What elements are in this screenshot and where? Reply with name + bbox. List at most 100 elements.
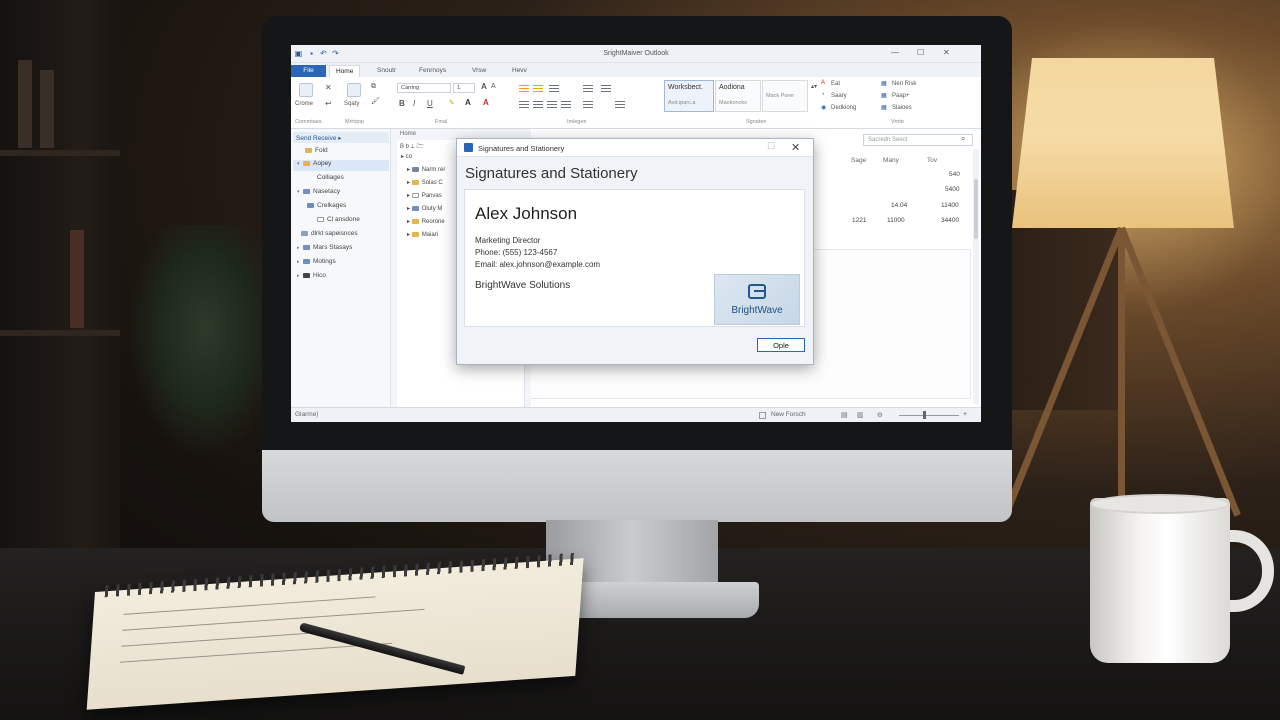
gallery-scroll-icon[interactable]: ▴▾ xyxy=(811,83,817,90)
numbering-icon[interactable] xyxy=(533,85,543,93)
signature-name: Alex Johnson xyxy=(475,204,578,223)
zoom-in-icon[interactable]: + xyxy=(963,411,967,418)
ribbon-right1-item-2[interactable]: Saary xyxy=(831,93,847,99)
highlight-icon[interactable]: ✎ xyxy=(449,99,455,107)
folder-row[interactable]: ▸ Maiari xyxy=(407,231,438,243)
paste-icon[interactable] xyxy=(347,83,361,97)
folder-row[interactable]: ▸ Oluty M xyxy=(407,205,442,217)
outdent-icon[interactable] xyxy=(583,101,593,109)
tab-home[interactable]: Home xyxy=(329,65,361,77)
shading-icon[interactable] xyxy=(615,101,625,109)
edit-icon[interactable]: A xyxy=(821,80,825,86)
delete-icon[interactable]: ✕ xyxy=(325,83,332,92)
group-label: Commtaes xyxy=(295,119,322,125)
signature-company: BrightWave Solutions xyxy=(475,280,571,291)
zoom-out-icon[interactable]: ⊖ xyxy=(877,411,883,419)
nav-item[interactable]: ▾ Nasetacy xyxy=(297,188,340,199)
style-gallery-item-1[interactable]: Worksbect. Avd.iparc.a xyxy=(664,80,714,112)
dialog-close-button[interactable]: ✕ xyxy=(791,141,800,154)
zoom-knob[interactable] xyxy=(923,411,926,419)
copy-icon[interactable]: ⧉ xyxy=(371,83,376,91)
format-painter-icon[interactable]: 🖌 xyxy=(371,97,380,105)
summary-icon[interactable]: ◔ xyxy=(821,92,825,98)
dialog-title: Signatures and Stationery xyxy=(478,144,565,153)
nav-item[interactable]: ▸ Mars Stasays xyxy=(297,244,352,255)
zoom-slider[interactable] xyxy=(899,415,959,416)
tab-view[interactable]: Vrsw xyxy=(466,65,492,77)
folder-row[interactable]: ▸ Panvas xyxy=(407,192,442,204)
signature-preview[interactable]: Alex Johnson Marketing Director Phone: (… xyxy=(464,189,805,327)
slides-icon[interactable]: ▦ xyxy=(881,104,887,111)
scroll-thumb[interactable] xyxy=(974,179,978,239)
align-center-icon[interactable] xyxy=(533,101,543,109)
font-color-icon[interactable]: A xyxy=(483,98,489,107)
ok-button[interactable]: Ople xyxy=(757,338,805,352)
ribbon-right2-item-1[interactable]: Nen Risk xyxy=(892,81,916,87)
minimize-button[interactable]: — xyxy=(891,48,899,57)
ribbon-right1-item-3[interactable]: Dedkiong xyxy=(831,105,856,111)
nav-item[interactable]: ▸ Hico xyxy=(297,272,326,283)
indent-icon[interactable] xyxy=(583,85,593,93)
nav-item[interactable]: Cl ansdone xyxy=(317,216,360,227)
column-header-sage[interactable]: Sage xyxy=(851,157,866,164)
maximize-button[interactable]: ☐ xyxy=(917,48,924,57)
folder-row[interactable]: ▸ Narm rer xyxy=(407,166,445,178)
dialog-heading: Signatures and Stationery xyxy=(465,165,638,182)
apps-icon[interactable]: ▦ xyxy=(881,92,887,99)
view-label[interactable]: New Forsch xyxy=(771,411,806,418)
scrollbar[interactable] xyxy=(973,149,979,404)
tab-folder[interactable]: Fenrnoys xyxy=(413,65,452,77)
nav-header[interactable]: Send Receive ▸ xyxy=(293,132,389,143)
style-gallery-item-3[interactable]: Mack Porer xyxy=(762,80,808,112)
book xyxy=(18,60,32,148)
nav-item[interactable]: dlrkt sapeisnces xyxy=(301,230,358,241)
ribbon-label-sqaty[interactable]: Sqaty xyxy=(344,101,359,107)
nav-item[interactable]: ▸ Motings xyxy=(297,258,336,269)
style-gallery-item-2[interactable]: Aodiona Maokoncks xyxy=(715,80,761,112)
normal-view-icon[interactable]: ▤ xyxy=(841,411,848,419)
nav-item[interactable]: Crelkages xyxy=(307,202,346,213)
tab-file[interactable]: File xyxy=(291,65,326,77)
tab-help[interactable]: Hevv xyxy=(506,65,533,77)
align-left-icon[interactable] xyxy=(519,101,529,109)
search-input[interactable]: Sacredn Seect xyxy=(863,134,973,146)
justify-icon[interactable] xyxy=(561,101,571,109)
nav-item[interactable]: Fold xyxy=(299,147,328,158)
folder-row[interactable]: ▸ Solas C xyxy=(407,179,443,191)
list-icon[interactable] xyxy=(549,85,559,93)
folder-root[interactable]: ▸ co xyxy=(401,153,412,165)
bold-icon[interactable]: B xyxy=(399,99,405,108)
nav-item-selected[interactable]: ▾ Aopey xyxy=(293,160,389,171)
ribbon-right1-item-1[interactable]: Eat xyxy=(831,81,840,87)
italic-icon[interactable]: I xyxy=(413,99,415,108)
checkbox[interactable] xyxy=(759,412,766,419)
column-header-tov[interactable]: Tov xyxy=(927,157,937,164)
reply-icon[interactable]: ↩ xyxy=(325,99,332,108)
text-color-icon[interactable]: A xyxy=(465,98,471,107)
risk-icon[interactable]: ▦ xyxy=(881,80,887,87)
reading-view-icon[interactable]: ▥ xyxy=(857,411,864,419)
folder-icon xyxy=(303,258,310,264)
align-right-icon[interactable] xyxy=(547,101,557,109)
bullets-icon[interactable] xyxy=(519,85,529,93)
grow-font-icon[interactable]: A xyxy=(481,82,487,91)
nav-item[interactable]: Colliages xyxy=(317,174,344,185)
underline-icon[interactable]: U xyxy=(427,99,433,108)
dictation-icon[interactable]: ◉ xyxy=(821,104,826,111)
close-button[interactable]: ✕ xyxy=(943,48,950,57)
search-icon[interactable]: ⌕ xyxy=(961,134,965,144)
font-size-select[interactable]: 1. xyxy=(453,83,475,93)
tab-send-receive[interactable]: Snoutr xyxy=(371,65,402,77)
font-name-select[interactable]: Carring xyxy=(397,83,451,93)
folder-row[interactable]: ▸ Reorone xyxy=(407,218,445,230)
column-header-many[interactable]: Many xyxy=(883,157,899,164)
handwriting-line xyxy=(122,608,425,631)
shelf-board xyxy=(0,150,120,156)
shrink-font-icon[interactable]: A xyxy=(491,83,496,90)
ribbon-right2-item-2[interactable]: Paap+ xyxy=(892,93,910,99)
sort-icon[interactable] xyxy=(601,85,611,93)
table-cell: 540 xyxy=(949,171,960,178)
ribbon-label-crome[interactable]: Crome xyxy=(295,101,313,107)
ribbon-right2-item-3[interactable]: Slaioes xyxy=(892,105,912,111)
new-email-icon[interactable] xyxy=(299,83,313,97)
